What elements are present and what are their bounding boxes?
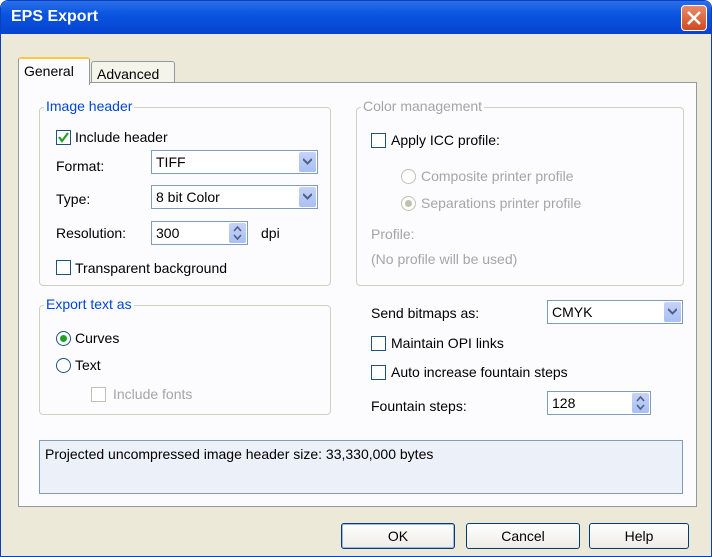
help-button[interactable]: Help xyxy=(589,523,689,549)
tab-advanced-label: Advanced xyxy=(97,66,160,82)
separations-radio[interactable] xyxy=(401,196,416,211)
resolution-value: 300 xyxy=(156,225,180,241)
composite-label: Composite printer profile xyxy=(421,168,574,184)
resolution-spinner[interactable]: 300 xyxy=(151,221,248,245)
format-value: TIFF xyxy=(156,154,186,170)
cancel-button[interactable]: Cancel xyxy=(466,523,580,549)
info-box: Projected uncompressed image header size… xyxy=(39,440,683,494)
tab-general-label: General xyxy=(24,63,74,79)
include-fonts-label: Include fonts xyxy=(113,386,193,402)
info-text: Projected uncompressed image header size… xyxy=(45,446,434,462)
auto-fountain-checkbox[interactable] xyxy=(371,365,386,380)
profile-value: (No profile will be used) xyxy=(371,251,518,267)
maintain-opi-label: Maintain OPI links xyxy=(391,335,504,351)
curves-label: Curves xyxy=(75,330,120,346)
apply-icc-label: Apply ICC profile: xyxy=(391,132,500,148)
close-icon xyxy=(687,11,701,25)
chevron-down-icon[interactable] xyxy=(664,302,681,322)
maintain-opi-checkbox[interactable] xyxy=(371,336,386,351)
transparent-background-label: Transparent background xyxy=(75,260,228,276)
include-fonts-checkbox[interactable] xyxy=(91,387,106,402)
spinner-arrows-icon[interactable] xyxy=(229,223,246,243)
send-bitmaps-select[interactable]: CMYK xyxy=(547,300,683,324)
chevron-down-icon[interactable] xyxy=(299,152,316,172)
format-select[interactable]: TIFF xyxy=(151,150,318,174)
color-management-legend: Color management xyxy=(361,98,485,114)
export-text-legend: Export text as xyxy=(44,296,134,312)
spinner-arrows-icon[interactable] xyxy=(632,393,649,413)
radio-dot xyxy=(60,335,67,342)
eps-export-dialog: EPS Export General Advanced Image header… xyxy=(0,0,712,557)
type-select[interactable]: 8 bit Color xyxy=(151,185,318,209)
type-label: Type: xyxy=(56,191,91,207)
text-label: Text xyxy=(75,357,101,373)
chevron-down-icon[interactable] xyxy=(299,187,316,207)
include-header-label: Include header xyxy=(75,129,168,145)
checkmark-icon xyxy=(58,132,69,143)
send-bitmaps-value: CMYK xyxy=(552,304,593,320)
transparent-background-checkbox[interactable] xyxy=(56,260,71,275)
text-radio[interactable] xyxy=(56,358,71,373)
dpi-label: dpi xyxy=(261,225,280,241)
title-bar: EPS Export xyxy=(1,1,711,34)
image-header-legend: Image header xyxy=(44,98,135,114)
type-value: 8 bit Color xyxy=(156,189,220,205)
help-label: Help xyxy=(624,528,654,544)
window-title: EPS Export xyxy=(11,8,99,25)
ok-button[interactable]: OK xyxy=(341,523,455,549)
ok-label: OK xyxy=(387,528,409,544)
curves-radio[interactable] xyxy=(56,331,71,346)
radio-dot xyxy=(405,200,412,207)
format-label: Format: xyxy=(56,158,105,174)
profile-label: Profile: xyxy=(371,226,415,242)
fountain-steps-label: Fountain steps: xyxy=(371,398,467,414)
composite-radio[interactable] xyxy=(401,169,416,184)
apply-icc-checkbox[interactable] xyxy=(371,133,386,148)
fountain-steps-spinner[interactable]: 128 xyxy=(547,391,651,415)
resolution-label: Resolution: xyxy=(56,225,127,241)
close-button[interactable] xyxy=(681,5,707,31)
tab-general[interactable]: General xyxy=(18,57,90,85)
include-header-checkbox[interactable] xyxy=(56,130,71,145)
send-bitmaps-label: Send bitmaps as: xyxy=(371,305,480,321)
cancel-label: Cancel xyxy=(501,528,545,544)
fountain-steps-value: 128 xyxy=(552,395,576,411)
separations-label: Separations printer profile xyxy=(421,195,582,211)
auto-fountain-label: Auto increase fountain steps xyxy=(391,364,568,380)
